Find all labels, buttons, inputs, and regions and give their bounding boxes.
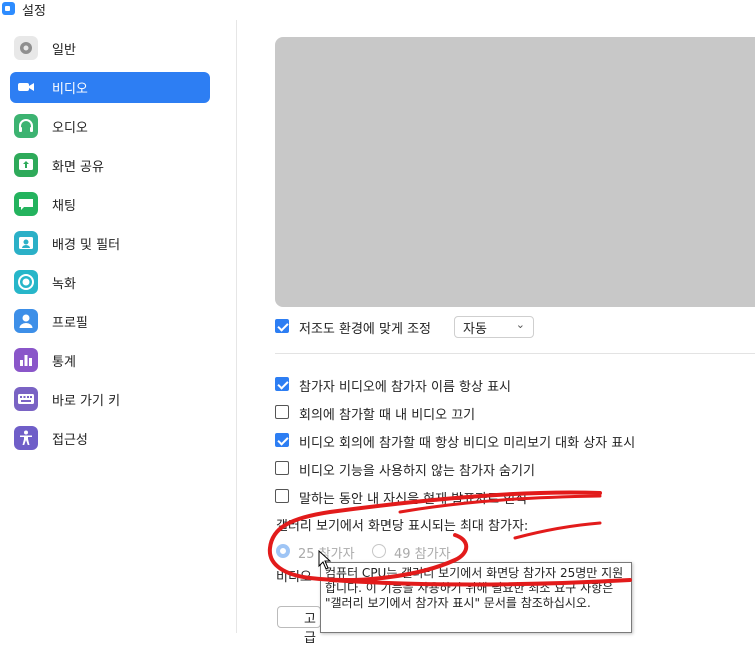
sidebar-item-label: 접근성 (52, 433, 88, 448)
sidebar-item-label: 오디오 (52, 121, 88, 136)
checkbox[interactable] (275, 461, 289, 475)
option-label: 회의에 참가할 때 내 비디오 끄기 (299, 408, 476, 423)
app-icon (2, 2, 15, 15)
sidebar-item-statistics[interactable]: 통계 (10, 345, 210, 376)
keyboard-icon (14, 387, 38, 411)
checkbox[interactable] (275, 377, 289, 391)
advanced-button[interactable]: 고급 (277, 606, 321, 646)
sidebar-item-general[interactable]: 일반 (10, 33, 210, 64)
accessibility-icon (14, 426, 38, 450)
sidebar-item-keyboard-shortcuts[interactable]: 바로 가기 키 (10, 384, 210, 415)
sidebar-item-profile[interactable]: 프로필 (10, 306, 210, 337)
sidebar-item-label: 배경 및 필터 (52, 238, 121, 253)
radio-button[interactable] (372, 544, 386, 558)
video-preview (275, 37, 755, 307)
section-divider (275, 353, 755, 354)
record-icon (14, 270, 38, 294)
chat-icon (14, 192, 38, 216)
low-light-mode-value: 자동 (463, 322, 487, 337)
option-label: 참가자 비디오에 참가자 이름 항상 표시 (299, 380, 512, 395)
sidebar-item-label: 프로필 (52, 316, 88, 331)
sidebar-item-background[interactable]: 배경 및 필터 (10, 228, 210, 259)
title-bar: 설정 (0, 0, 755, 20)
sidebar-item-label: 녹화 (52, 277, 76, 292)
video-camera-icon (14, 75, 38, 99)
checkbox[interactable] (275, 433, 289, 447)
sidebar-item-accessibility[interactable]: 접근성 (10, 423, 210, 454)
sidebar-item-label: 채팅 (52, 199, 76, 214)
sidebar-item-label: 일반 (52, 43, 76, 58)
headphones-icon (14, 114, 38, 138)
sidebar-item-share-screen[interactable]: 화면 공유 (10, 150, 210, 181)
option-label: 비디오 회의에 참가할 때 항상 비디오 미리보기 대화 상자 표시 (299, 436, 636, 451)
advanced-button-label: 고급 (304, 612, 316, 646)
checkbox[interactable] (275, 489, 289, 503)
chevron-down-icon: ⌄ (515, 318, 525, 331)
low-light-mode-select[interactable]: 자동 ⌄ (454, 316, 534, 338)
background-icon (14, 231, 38, 255)
sidebar-item-label: 바로 가기 키 (52, 394, 121, 409)
window-title: 설정 (22, 4, 46, 19)
sidebar-item-audio[interactable]: 오디오 (10, 111, 210, 142)
sidebar-item-label: 비디오 (52, 82, 88, 97)
checkbox[interactable] (275, 405, 289, 419)
share-screen-icon (14, 153, 38, 177)
gear-icon (14, 36, 38, 60)
statistics-icon (14, 348, 38, 372)
adjust-low-light-checkbox[interactable] (275, 319, 289, 333)
settings-sidebar: 일반 비디오 오디오 화면 공유 채팅 배경 및 필터 녹화 프로필 통계 바로… (0, 20, 237, 633)
adjust-low-light-label: 저조도 환경에 맞게 조정 (299, 322, 431, 337)
sidebar-item-label: 화면 공유 (52, 160, 104, 175)
radio-button[interactable] (276, 544, 290, 558)
video-section-label: 비디오 (276, 570, 312, 585)
radio-label: 49 참가자 (394, 547, 451, 562)
sidebar-item-video[interactable]: 비디오 (10, 72, 210, 103)
option-label: 비디오 기능을 사용하지 않는 참가자 숨기기 (299, 464, 535, 479)
gallery-max-participants-label: 갤러리 보기에서 화면당 표시되는 최대 참가자: (276, 519, 529, 534)
sidebar-item-chat[interactable]: 채팅 (10, 189, 210, 220)
option-label: 말하는 동안 내 자신을 현재 발표자로 인식 (299, 492, 528, 507)
sidebar-item-recording[interactable]: 녹화 (10, 267, 210, 298)
sidebar-item-label: 통계 (52, 355, 76, 370)
mouse-cursor-icon (318, 550, 332, 570)
cpu-limit-tooltip: 컴퓨터 CPU는 갤러리 보기에서 화면당 참가자 25명만 지원합니다. 이 … (320, 562, 632, 633)
profile-icon (14, 309, 38, 333)
